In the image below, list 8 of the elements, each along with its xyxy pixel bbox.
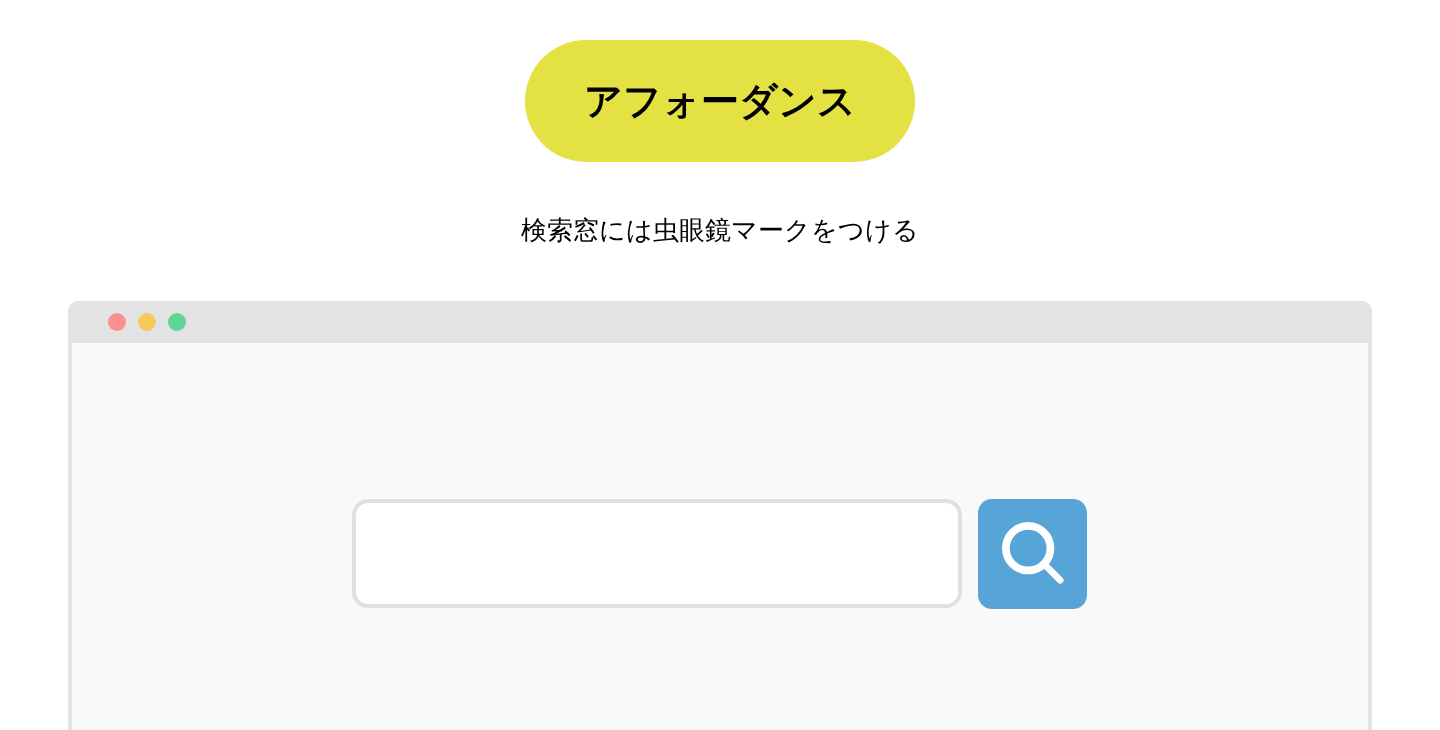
search-button[interactable] bbox=[977, 499, 1087, 609]
window-control-icon[interactable] bbox=[138, 313, 156, 331]
window-control-icon[interactable] bbox=[108, 313, 126, 331]
caption-text: 検索窓には虫眼鏡マークをつける bbox=[521, 214, 919, 247]
window-control-icon[interactable] bbox=[168, 313, 186, 331]
title-badge: アフォーダンス bbox=[525, 40, 915, 162]
search-field[interactable] bbox=[351, 499, 962, 608]
search-icon bbox=[1002, 522, 1064, 584]
